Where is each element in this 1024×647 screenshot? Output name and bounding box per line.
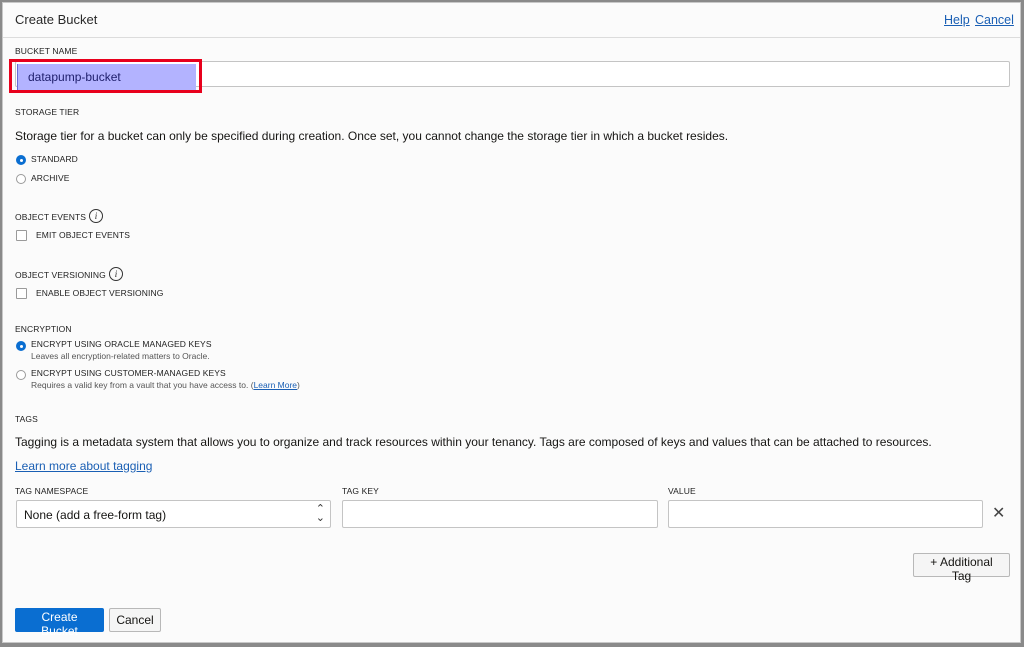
oracle-managed-keys-description: Leaves all encryption-related matters to… bbox=[31, 351, 210, 361]
tags-label: TAGS bbox=[15, 414, 38, 424]
storage-tier-description: Storage tier for a bucket can only be sp… bbox=[15, 129, 729, 143]
archive-radio[interactable] bbox=[16, 174, 26, 184]
tags-description: Tagging is a metadata system that allows… bbox=[15, 435, 932, 449]
learn-more-close-paren: ) bbox=[297, 380, 300, 390]
emit-object-events-checkbox[interactable] bbox=[16, 230, 27, 241]
create-bucket-button[interactable]: Create Bucket bbox=[15, 608, 104, 638]
tag-namespace-label: TAG NAMESPACE bbox=[15, 486, 89, 496]
enable-versioning-checkbox[interactable] bbox=[16, 288, 27, 299]
header-cancel-link[interactable]: Cancel bbox=[975, 13, 1014, 27]
oracle-managed-keys-label: ENCRYPT USING ORACLE MANAGED KEYS bbox=[31, 339, 212, 349]
object-versioning-label: OBJECT VERSIONING bbox=[15, 270, 106, 280]
tag-key-input[interactable] bbox=[342, 500, 658, 528]
customer-managed-keys-label: ENCRYPT USING CUSTOMER-MANAGED KEYS bbox=[31, 368, 226, 378]
customer-managed-keys-description: Requires a valid key from a vault that y… bbox=[31, 380, 300, 390]
encryption-label: ENCRYPTION bbox=[15, 324, 72, 334]
enable-versioning-label: ENABLE OBJECT VERSIONING bbox=[36, 288, 164, 298]
customer-managed-keys-description-text: Requires a valid key from a vault that y… bbox=[31, 380, 249, 390]
oracle-managed-keys-radio[interactable] bbox=[16, 341, 26, 351]
additional-tag-button[interactable]: + Additional Tag bbox=[913, 553, 1010, 583]
tag-value-input[interactable] bbox=[668, 500, 983, 528]
object-versioning-info-icon[interactable]: i bbox=[109, 267, 123, 281]
customer-managed-keys-radio[interactable] bbox=[16, 370, 26, 380]
select-chevron-icon: ⌃ ⌄ bbox=[315, 503, 325, 524]
tag-namespace-value: None (add a free-form tag) bbox=[24, 508, 167, 522]
learn-more-tagging-link[interactable]: Learn more about tagging bbox=[15, 459, 152, 473]
cancel-button[interactable]: Cancel bbox=[109, 608, 161, 632]
object-events-label: OBJECT EVENTS bbox=[15, 212, 87, 222]
remove-tag-icon[interactable]: ✕ bbox=[992, 506, 1005, 522]
archive-radio-label: ARCHIVE bbox=[31, 173, 70, 183]
standard-radio-label: STANDARD bbox=[31, 154, 78, 164]
tag-value-label: VALUE bbox=[668, 486, 696, 496]
create-bucket-dialog: Create Bucket Help Cancel BUCKET NAME da… bbox=[2, 2, 1021, 643]
dialog-title: Create Bucket bbox=[15, 12, 98, 27]
tag-key-label: TAG KEY bbox=[342, 486, 379, 496]
help-link[interactable]: Help bbox=[944, 13, 970, 27]
emit-object-events-label: EMIT OBJECT EVENTS bbox=[36, 230, 131, 240]
standard-radio[interactable] bbox=[16, 155, 26, 165]
learn-more-link[interactable]: Learn More bbox=[254, 380, 297, 390]
object-events-info-icon[interactable]: i bbox=[89, 209, 103, 223]
highlight-annotation bbox=[9, 59, 202, 93]
dialog-header: Create Bucket Help Cancel bbox=[3, 3, 1020, 38]
storage-tier-label: STORAGE TIER bbox=[15, 107, 80, 117]
bucket-name-label: BUCKET NAME bbox=[15, 46, 78, 56]
tag-namespace-select[interactable]: None (add a free-form tag) ⌃ ⌄ bbox=[16, 500, 331, 528]
